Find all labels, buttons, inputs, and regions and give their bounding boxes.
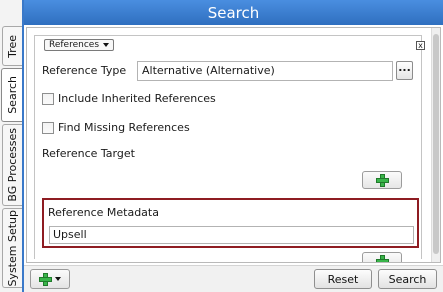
scrollbar-thumb[interactable]: [433, 34, 439, 254]
search-button[interactable]: Search: [378, 269, 437, 289]
chevron-down-icon: [103, 43, 110, 47]
chevron-down-icon: [55, 277, 61, 281]
tab-tree[interactable]: Tree: [2, 26, 22, 66]
references-group: References x Reference Type Alternative …: [34, 35, 425, 262]
panel-header: Search: [24, 0, 443, 25]
tab-separator: [22, 0, 24, 292]
tab-bg-processes-label: BG Processes: [6, 128, 19, 202]
reference-metadata-box: Reference Metadata Upsell: [42, 198, 419, 248]
include-inherited-row[interactable]: Include Inherited References: [42, 92, 216, 105]
bottom-toolbar: Reset Search: [24, 265, 443, 292]
references-dropdown-label: References: [49, 40, 100, 50]
include-inherited-checkbox[interactable]: [42, 92, 54, 105]
find-missing-checkbox[interactable]: [42, 121, 54, 134]
reset-button[interactable]: Reset: [314, 269, 372, 289]
references-dropdown[interactable]: References: [44, 39, 115, 51]
reference-type-label: Reference Type: [42, 64, 127, 77]
tab-search-label: Search: [6, 76, 19, 114]
tab-bg-processes[interactable]: BG Processes: [2, 124, 22, 206]
reference-target-label: Reference Target: [42, 147, 135, 160]
tab-system-setup-label: System Setup: [6, 209, 19, 287]
plus-icon: [39, 272, 52, 286]
tab-search[interactable]: Search: [1, 68, 23, 122]
vertical-tab-bar: Tree Search BG Processes System Setup: [0, 0, 24, 292]
page-title: Search: [207, 3, 260, 22]
tab-system-setup[interactable]: System Setup: [2, 208, 22, 288]
find-missing-label: Find Missing References: [58, 121, 190, 134]
reference-metadata-label: Reference Metadata: [48, 206, 159, 219]
reference-metadata-field[interactable]: Upsell: [49, 226, 414, 244]
find-missing-row[interactable]: Find Missing References: [42, 121, 190, 134]
tab-tree-label: Tree: [6, 34, 19, 58]
add-metadata-button[interactable]: [362, 252, 402, 262]
browse-button[interactable]: ...: [396, 61, 413, 80]
search-panel: References x Reference Type Alternative …: [26, 27, 441, 263]
add-criteria-button[interactable]: [30, 269, 70, 289]
include-inherited-label: Include Inherited References: [58, 92, 216, 105]
add-target-button[interactable]: [362, 171, 402, 189]
reference-type-field[interactable]: Alternative (Alternative): [137, 61, 393, 81]
close-icon[interactable]: x: [416, 41, 425, 50]
plus-icon: [375, 254, 389, 262]
plus-icon: [375, 173, 389, 187]
vertical-scrollbar[interactable]: [431, 28, 440, 262]
